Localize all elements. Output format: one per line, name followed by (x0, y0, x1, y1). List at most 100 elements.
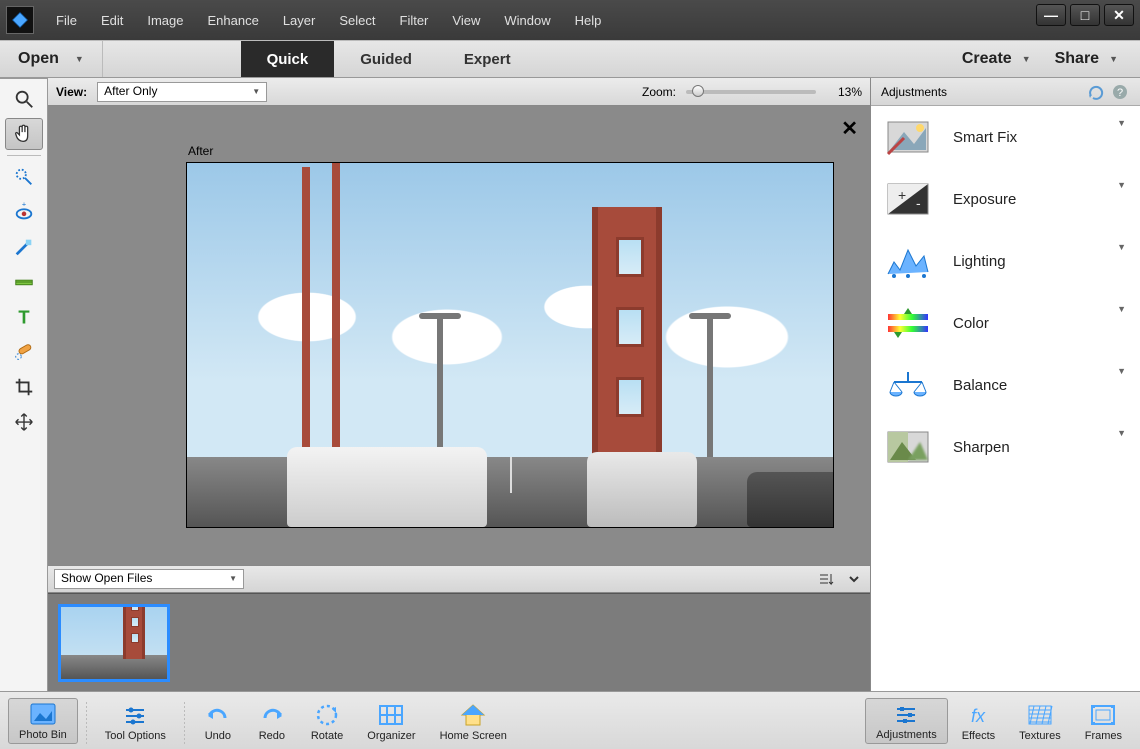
menu-bar: File Edit Image Enhance Layer Select Fil… (0, 0, 1140, 40)
chevron-down-icon: ▼ (1117, 180, 1126, 190)
window-controls: — □ ✕ (1036, 4, 1134, 26)
svg-text:T: T (18, 306, 29, 327)
canvas[interactable]: ✕ After (48, 106, 870, 565)
open-button-label: Open (18, 50, 59, 68)
bin-dropdown[interactable]: Show Open Files (54, 569, 244, 589)
adjustments-panel-header: Adjustments ? (871, 78, 1140, 106)
taskbar-label: Tool Options (105, 730, 166, 742)
menu-view[interactable]: View (440, 7, 492, 34)
taskbar-home-screen[interactable]: Home Screen (430, 700, 517, 744)
bin-sort-icon[interactable] (816, 569, 836, 589)
view-label: View: (56, 85, 87, 99)
taskbar-label: Redo (259, 730, 285, 742)
svg-text:+: + (898, 187, 906, 203)
open-button[interactable]: Open ▼ (0, 41, 103, 77)
menu-layer[interactable]: Layer (271, 7, 328, 34)
mode-tab-quick[interactable]: Quick (241, 41, 335, 77)
taskbar-photo-bin[interactable]: Photo Bin (8, 698, 78, 744)
taskbar-textures[interactable]: Textures (1009, 700, 1071, 744)
tool-quick-select[interactable] (5, 161, 43, 193)
zoom-label: Zoom: (642, 85, 676, 99)
tool-whiten-teeth[interactable] (5, 231, 43, 263)
svg-text:+: + (21, 201, 25, 209)
menu-window[interactable]: Window (492, 7, 562, 34)
photo-bin-bar: Show Open Files (48, 565, 870, 593)
taskbar-adjustments[interactable]: Adjustments (865, 698, 948, 744)
taskbar-frames[interactable]: Frames (1075, 700, 1132, 744)
menu-filter[interactable]: Filter (388, 7, 441, 34)
tool-zoom[interactable] (5, 83, 43, 115)
adjustment-color[interactable]: Color ▼ (871, 292, 1140, 354)
exposure-icon: +- (885, 178, 931, 220)
zoom-slider[interactable] (686, 90, 816, 94)
taskbar-redo[interactable]: Redo (247, 700, 297, 744)
adjustment-lighting[interactable]: Lighting ▼ (871, 230, 1140, 292)
chevron-down-icon: ▼ (1117, 366, 1126, 376)
chevron-down-icon: ▼ (1022, 54, 1031, 64)
adjustments-list: Smart Fix ▼ +- Exposure ▼ Lighting ▼ Col… (871, 106, 1140, 691)
help-icon[interactable]: ? (1110, 82, 1130, 102)
tool-straighten[interactable] (5, 266, 43, 298)
adjustment-label: Lighting (953, 253, 1006, 270)
window-minimize-button[interactable]: — (1036, 4, 1066, 26)
view-dropdown[interactable]: After Only (97, 82, 267, 102)
smart-fix-icon (885, 116, 931, 158)
chevron-down-icon: ▼ (1117, 242, 1126, 252)
tool-move[interactable] (5, 406, 43, 438)
share-button[interactable]: Share ▼ (1043, 50, 1130, 68)
svg-text:fx: fx (971, 706, 986, 726)
svg-text:?: ? (1117, 87, 1123, 99)
app-icon (6, 6, 34, 34)
zoom-percent: 13% (826, 85, 862, 99)
chevron-down-icon: ▼ (75, 54, 84, 64)
adjustment-sharpen[interactable]: Sharpen ▼ (871, 416, 1140, 478)
menu-image[interactable]: Image (135, 7, 195, 34)
tool-hand[interactable] (5, 118, 43, 150)
menu-enhance[interactable]: Enhance (196, 7, 271, 34)
adjustment-label: Sharpen (953, 439, 1010, 456)
chevron-down-icon: ▼ (1117, 118, 1126, 128)
mode-bar: Open ▼ Quick Guided Expert Create ▼ Shar… (0, 40, 1140, 78)
zoom-slider-thumb[interactable] (692, 85, 704, 97)
menu-edit[interactable]: Edit (89, 7, 135, 34)
taskbar-label: Undo (205, 730, 231, 742)
adjustment-label: Color (953, 315, 989, 332)
create-button[interactable]: Create ▼ (950, 50, 1043, 68)
taskbar-label: Home Screen (440, 730, 507, 742)
adjustment-label: Balance (953, 377, 1007, 394)
tool-redeye[interactable]: + (5, 196, 43, 228)
document-area: View: After Only Zoom: 13% ✕ After Show … (48, 78, 870, 691)
tool-type[interactable]: T (5, 301, 43, 333)
window-close-button[interactable]: ✕ (1104, 4, 1134, 26)
taskbar-rotate[interactable]: Rotate (301, 700, 353, 744)
adjustment-label: Smart Fix (953, 129, 1017, 146)
adjustments-panel: Adjustments ? Smart Fix ▼ +- Exposure ▼ … (870, 78, 1140, 691)
taskbar-effects[interactable]: fxEffects (952, 700, 1005, 744)
menu-file[interactable]: File (44, 7, 89, 34)
chevron-down-icon: ▼ (1109, 54, 1118, 64)
adjustment-label: Exposure (953, 191, 1016, 208)
taskbar-undo[interactable]: Undo (193, 700, 243, 744)
adjustment-smart-fix[interactable]: Smart Fix ▼ (871, 106, 1140, 168)
mode-tab-expert[interactable]: Expert (438, 41, 537, 77)
taskbar-label: Organizer (367, 730, 415, 742)
bin-menu-icon[interactable] (844, 569, 864, 589)
close-document-button[interactable]: ✕ (841, 116, 858, 141)
mode-tab-guided[interactable]: Guided (334, 41, 438, 77)
photo-bin-thumbnail[interactable] (58, 604, 170, 682)
sharpen-icon (885, 426, 931, 468)
options-bar: View: After Only Zoom: 13% (48, 78, 870, 106)
adjustment-balance[interactable]: Balance ▼ (871, 354, 1140, 416)
adjustment-exposure[interactable]: +- Exposure ▼ (871, 168, 1140, 230)
menu-help[interactable]: Help (563, 7, 614, 34)
taskbar-tool-options[interactable]: Tool Options (95, 700, 176, 744)
photo (186, 162, 834, 528)
taskbar-organizer[interactable]: Organizer (357, 700, 425, 744)
window-maximize-button[interactable]: □ (1070, 4, 1100, 26)
photo-bin (48, 593, 870, 691)
create-button-label: Create (962, 50, 1012, 68)
reset-icon[interactable] (1086, 82, 1106, 102)
tool-spot-heal[interactable] (5, 336, 43, 368)
menu-select[interactable]: Select (327, 7, 387, 34)
tool-crop[interactable] (5, 371, 43, 403)
